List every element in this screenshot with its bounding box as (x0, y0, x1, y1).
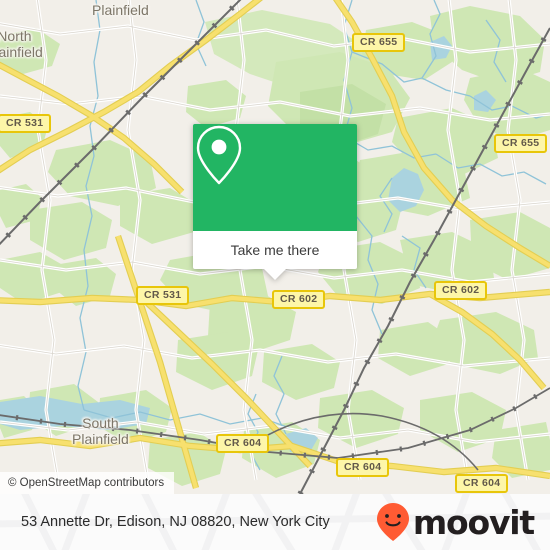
attribution-text: © OpenStreetMap contributors (8, 477, 165, 489)
destination-popup[interactable]: Take me there (193, 124, 357, 280)
road-shield-cr604-east: CR 604 (455, 474, 509, 493)
road-shield-cr655-north: CR 655 (352, 33, 406, 52)
road-shield-cr602-central: CR 602 (272, 290, 326, 309)
moovit-wordmark: moovit (412, 502, 535, 542)
place-label-north-plainfield: North Plainfield (0, 28, 43, 60)
road-shield-cr531-west: CR 531 (0, 114, 52, 133)
map-pin-icon (196, 125, 242, 185)
footer-bar: 53 Annette Dr, Edison, NJ 08820, New Yor… (0, 494, 550, 550)
road-shield-cr602-east: CR 602 (434, 281, 488, 300)
place-label-south-plainfield: South Plainfield (72, 415, 129, 447)
take-me-there-label: Take me there (230, 242, 320, 258)
take-me-there-button[interactable]: Take me there (193, 231, 357, 280)
map-canvas[interactable]: North Plainfield Plainfield South Plainf… (0, 0, 550, 494)
road-shield-cr531-central: CR 531 (136, 286, 190, 305)
road-shield-cr604-central: CR 604 (336, 458, 390, 477)
place-label-plainfield: Plainfield (92, 2, 149, 18)
popup-image-area (193, 124, 357, 231)
moovit-map-screen: North Plainfield Plainfield South Plainf… (0, 0, 550, 550)
popup-tail (264, 269, 286, 280)
moovit-pin-icon (376, 503, 409, 541)
road-shield-cr655-east: CR 655 (494, 134, 548, 153)
map-attribution[interactable]: © OpenStreetMap contributors (0, 472, 175, 494)
address-text: 53 Annette Dr, Edison, NJ 08820, New Yor… (21, 514, 330, 530)
moovit-logo[interactable]: moovit (376, 502, 535, 542)
road-shield-cr604-west: CR 604 (216, 434, 270, 453)
